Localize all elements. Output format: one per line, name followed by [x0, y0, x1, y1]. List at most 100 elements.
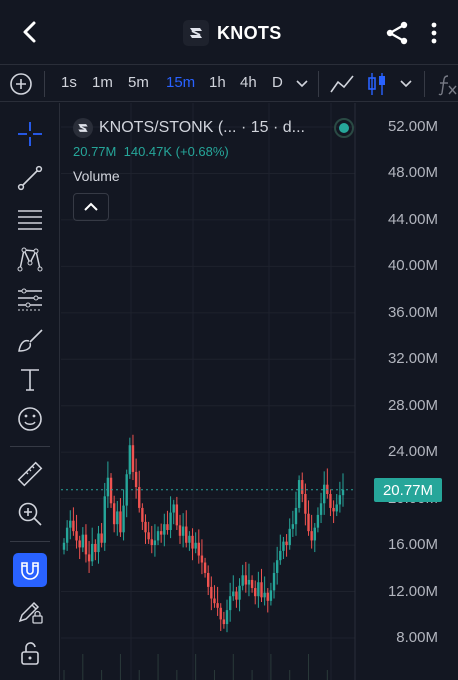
candle-body — [263, 592, 266, 598]
candle-body — [112, 503, 116, 525]
candle-body — [266, 592, 269, 601]
candle-body — [62, 542, 66, 550]
candle-body — [203, 562, 207, 573]
smiley-icon — [18, 407, 42, 431]
candle-body — [188, 535, 191, 543]
candle-body — [65, 527, 69, 543]
candle-body — [210, 586, 213, 599]
crosshair-icon — [18, 122, 42, 146]
candle-body — [250, 579, 254, 589]
candle-body — [194, 542, 197, 549]
candle-body — [97, 533, 100, 553]
candle-body — [269, 590, 273, 601]
chart-type-chevron-down-icon[interactable] — [399, 79, 413, 89]
measure-tool[interactable] — [14, 458, 46, 490]
line-chart-icon[interactable] — [329, 72, 355, 96]
candle-body — [197, 542, 200, 556]
toolbar-divider — [10, 541, 50, 542]
timeframe-d[interactable]: D — [272, 74, 283, 91]
symbol-legend-text: KNOTS/STONK (... · 15 · d... — [99, 119, 305, 136]
magnet-icon — [21, 562, 39, 580]
back-arrow-icon[interactable] — [18, 18, 44, 46]
pattern-tool[interactable] — [14, 243, 46, 275]
candle-body — [313, 527, 316, 541]
legend-values: 20.77M 140.47K (+0.68%) — [73, 144, 229, 159]
share-icon[interactable] — [384, 20, 410, 46]
legend-last-value: 20.77M — [73, 144, 117, 159]
candle-body — [75, 531, 78, 541]
timeframe-15m[interactable]: 15m — [166, 74, 195, 91]
magnet-mode-toggle[interactable] — [13, 553, 47, 587]
timeframe-chevron-down-icon[interactable] — [295, 79, 309, 89]
candle-body — [91, 543, 94, 562]
app-header: KNOTS — [0, 0, 458, 64]
timeframe-1h[interactable]: 1h — [209, 74, 226, 91]
timeframe-1m[interactable]: 1m — [92, 74, 113, 91]
pattern-icon — [17, 247, 43, 272]
candle-body — [163, 524, 166, 535]
candle-body — [175, 504, 179, 526]
trend-line-icon — [17, 165, 43, 191]
horizontal-lines-icon — [18, 210, 42, 230]
legend-change: 140.47K (+0.68%) — [123, 144, 229, 159]
volume-indicator-label[interactable]: Volume — [73, 168, 120, 184]
icons-tool[interactable] — [14, 403, 46, 435]
candle-body — [191, 535, 194, 549]
drawing-toolbar — [0, 103, 60, 680]
symbol-title[interactable]: KNOTS — [183, 19, 282, 47]
chart-legend[interactable]: KNOTS/STONK (... · 15 · d... — [73, 118, 305, 138]
candle-body — [238, 585, 241, 600]
price-scale[interactable]: 52.00M 48.00M 44.00M 40.00M 36.00M 32.00M 28.0… — [355, 103, 458, 680]
price-tick-label: 52.00M — [387, 118, 438, 135]
candle-body — [260, 582, 263, 598]
crosshair-tool[interactable] — [14, 118, 46, 150]
timeframe-5m[interactable]: 5m — [128, 74, 149, 91]
candle-body — [119, 511, 122, 533]
candle-body — [116, 511, 119, 525]
lock-drawings-tool[interactable] — [14, 595, 46, 627]
price-tick-label: 16.00M — [387, 536, 438, 554]
candle-body — [304, 493, 307, 514]
candle-body — [341, 489, 345, 496]
candle-body — [81, 534, 85, 548]
candle-body — [338, 495, 342, 505]
forecasting-tool[interactable] — [14, 283, 46, 315]
candle-body — [131, 445, 135, 472]
candle-body — [279, 550, 282, 561]
candle-body — [213, 598, 216, 604]
price-tick-label: 12.00M — [387, 582, 438, 600]
token-logo-icon — [183, 20, 209, 46]
trend-line-tool[interactable] — [14, 162, 46, 194]
candle-body — [134, 471, 138, 488]
add-symbol-icon[interactable] — [9, 72, 33, 96]
brush-tool[interactable] — [14, 325, 46, 357]
toolbar-divider — [318, 71, 319, 97]
candle-body — [257, 582, 260, 597]
timeframe-1s[interactable]: 1s — [61, 74, 77, 91]
pencil-lock-icon — [18, 601, 43, 624]
zoom-tool[interactable] — [14, 498, 46, 530]
candle-body — [291, 524, 295, 529]
candle-body — [310, 531, 313, 541]
collapse-legend-button[interactable] — [73, 193, 109, 221]
candle-body — [329, 493, 332, 508]
more-options-icon[interactable] — [424, 20, 444, 46]
candle-body — [169, 512, 172, 530]
indicators-fx-icon[interactable] — [436, 73, 458, 97]
candle-body — [159, 531, 163, 535]
candle-body — [147, 532, 150, 540]
text-tool[interactable] — [14, 363, 46, 395]
market-status-indicator[interactable] — [334, 118, 354, 138]
timeframe-4h[interactable]: 4h — [240, 74, 257, 91]
candle-body — [335, 504, 338, 512]
unlock-tool[interactable] — [14, 637, 46, 669]
candle-body — [225, 610, 229, 625]
candle-body — [138, 487, 141, 508]
candle-body — [141, 507, 144, 522]
fib-retracement-tool[interactable] — [14, 203, 46, 235]
candle-body — [219, 607, 222, 620]
candle-body — [166, 524, 169, 530]
candle-body — [332, 507, 335, 512]
candle-body — [172, 504, 175, 513]
candles-chart-icon[interactable] — [366, 71, 388, 97]
